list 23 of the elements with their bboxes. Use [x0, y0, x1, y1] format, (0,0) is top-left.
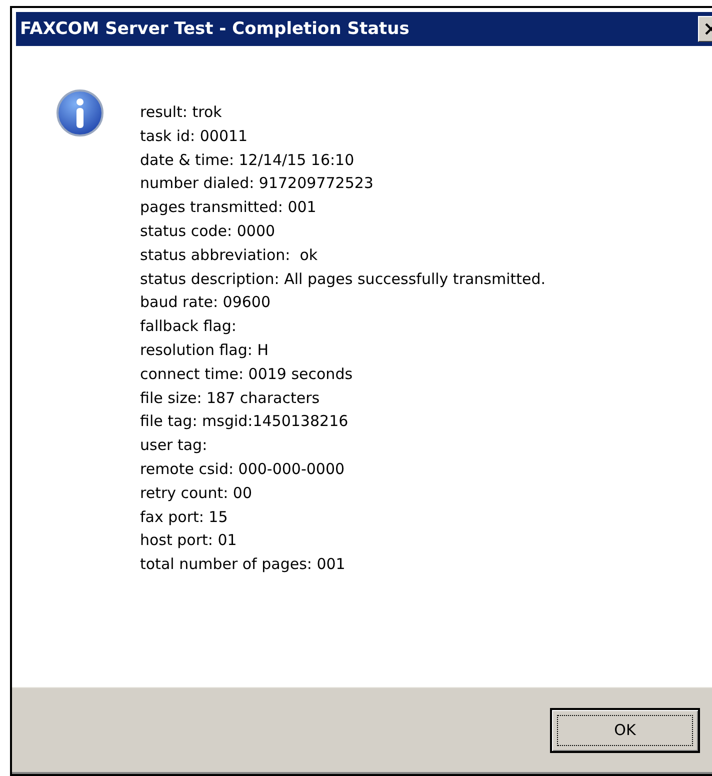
ok-button[interactable]: OK — [550, 708, 700, 752]
status-line: status code: 0000 — [140, 220, 276, 242]
status-line: baud rate: 09600 — [140, 292, 272, 314]
status-line: connect time: 0019 seconds — [140, 364, 354, 385]
status-line: retry count: 00 — [140, 482, 253, 504]
status-line: fax port: 15 — [140, 506, 229, 528]
status-line: task id: 00011 — [140, 126, 249, 147]
status-line: remote csid: 000-000-0000 — [140, 458, 346, 480]
status-line: date & time: 12/14/15 16:10 — [140, 150, 356, 171]
status-line: fallback flag: — [140, 316, 238, 338]
status-line: file size: 187 characters — [140, 388, 321, 409]
status-line: total number of pages: 001 — [140, 554, 346, 576]
status-line: resolution flag: H — [140, 340, 270, 361]
status-line: result: trok — [140, 102, 223, 123]
info-icon — [56, 89, 104, 137]
status-line: pages transmitted: 001 — [140, 197, 318, 218]
status-line: status abbreviation: ok — [140, 244, 319, 266]
status-line: number dialed: 917209772523 — [140, 173, 374, 194]
status-line: host port: 01 — [140, 530, 238, 552]
status-line: user tag: — [140, 435, 208, 456]
status-line: status description: All pages successfully transmitted. — [140, 268, 546, 290]
window-title: FAXCOM Server Test - Completion Status — [19, 19, 410, 39]
status-line: file tag: msgid:1450138216 — [140, 411, 350, 432]
